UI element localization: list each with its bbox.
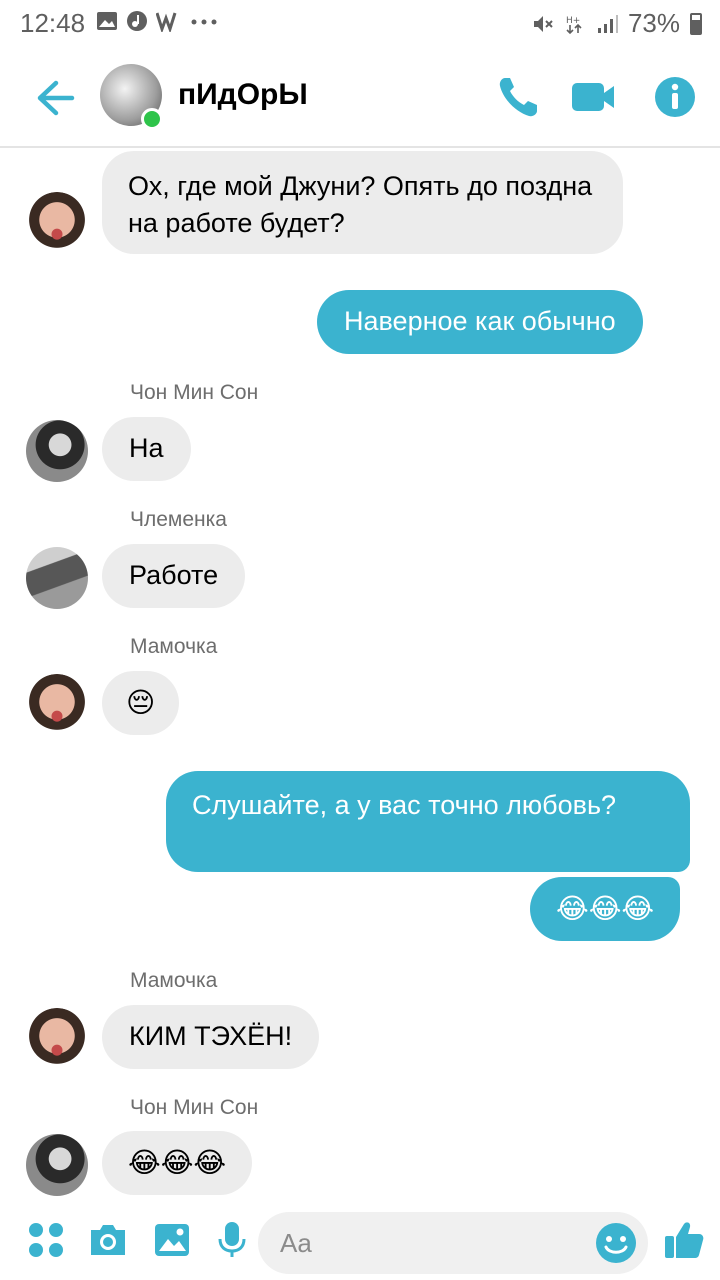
- conversation-title[interactable]: пИдОрЫ: [178, 78, 308, 112]
- camera-icon[interactable]: [88, 1220, 128, 1260]
- gallery-icon: [97, 12, 117, 30]
- avatar[interactable]: [26, 192, 88, 254]
- sender-name: Чон Мин Сон: [130, 1096, 259, 1119]
- mic-icon[interactable]: [212, 1220, 252, 1260]
- data-icon: H+: [566, 16, 582, 34]
- emoji-icon[interactable]: [594, 1221, 638, 1265]
- avatar[interactable]: [26, 420, 88, 482]
- incoming-message-bubble[interactable]: 😂😂😂: [102, 1131, 253, 1195]
- image-icon[interactable]: [152, 1220, 192, 1260]
- avatar[interactable]: [26, 674, 88, 736]
- sender-name: Члеменка: [130, 508, 227, 531]
- incoming-message-bubble[interactable]: КИМ ТЭХЁН!: [102, 1005, 320, 1069]
- message-input[interactable]: Aa: [258, 1212, 648, 1274]
- info-icon[interactable]: [652, 74, 698, 120]
- video-icon[interactable]: [570, 74, 616, 120]
- sender-name: Мамочка: [130, 635, 218, 658]
- outgoing-message-bubble[interactable]: Слушайте, а у вас точно любовь?: [166, 771, 690, 872]
- thumbs-up-icon[interactable]: [662, 1218, 706, 1262]
- phone-icon[interactable]: [496, 74, 542, 120]
- message-composer: Aa: [0, 1200, 720, 1280]
- back-arrow-icon[interactable]: [34, 78, 76, 118]
- sender-name: Мамочка: [130, 969, 218, 992]
- menu-dots-icon[interactable]: [26, 1220, 66, 1260]
- avatar[interactable]: [26, 1008, 88, 1070]
- message-input-placeholder: Aa: [280, 1228, 312, 1258]
- status-time: 12:48: [20, 8, 86, 38]
- w-app-icon: [156, 12, 177, 32]
- outgoing-message-bubble[interactable]: 😂😂😂: [530, 877, 681, 941]
- incoming-message-bubble[interactable]: Работе: [102, 544, 246, 608]
- battery-icon: [690, 12, 702, 35]
- sender-name: Чон Мин Сон: [130, 381, 259, 404]
- avatar[interactable]: [26, 547, 88, 609]
- status-bar: 12:48 H+ 73%: [0, 0, 720, 48]
- more-dots-icon: [191, 19, 217, 25]
- incoming-message-bubble[interactable]: На: [102, 417, 191, 481]
- incoming-message-bubble[interactable]: 😔: [102, 671, 180, 735]
- signal-icon: [597, 14, 618, 33]
- conversation-header: пИдОрЫ: [0, 48, 720, 148]
- outgoing-message-bubble[interactable]: Наверное как обычно: [317, 290, 643, 354]
- incoming-message-bubble[interactable]: Ох, где мой Джуни? Опять до поздна на ра…: [102, 151, 623, 254]
- battery-percent: 73%: [627, 8, 680, 38]
- avatar[interactable]: [26, 1134, 88, 1196]
- music-icon: [127, 11, 147, 31]
- online-indicator: [141, 108, 163, 130]
- mute-icon: [533, 15, 553, 32]
